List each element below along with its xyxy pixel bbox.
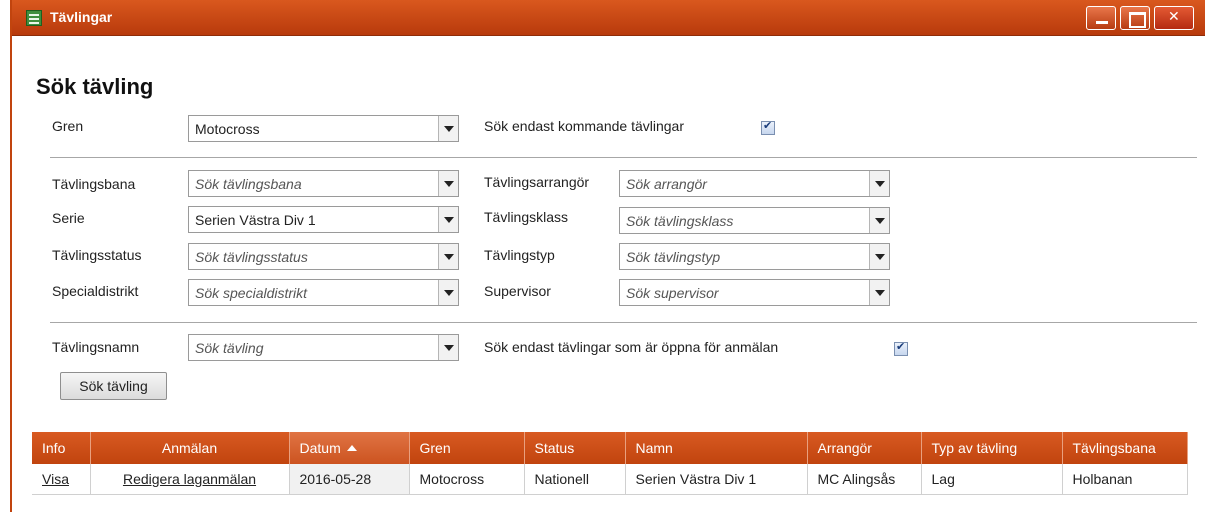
arrangor-label: Tävlingsarrangör [484,174,590,190]
column-header-datum[interactable]: Datum [289,432,410,464]
cell-namn: Serien Västra Div 1 [625,464,808,495]
cell-datum: 2016-05-28 [289,464,410,495]
chevron-down-icon[interactable] [869,208,889,233]
close-button[interactable] [1154,6,1194,30]
specialdistrikt-select[interactable]: Sök specialdistrikt [188,279,459,306]
cell-gren: Motocross [409,464,525,495]
column-header-datum-label: Datum [299,440,341,456]
tavlingsbana-select[interactable]: Sök tävlingsbana [188,170,459,197]
typ-select[interactable]: Sök tävlingstyp [619,243,890,270]
window-title: Tävlingar [50,9,113,25]
chevron-down-icon[interactable] [438,116,458,141]
tavlingsstatus-select[interactable]: Sök tävlingsstatus [188,243,459,270]
chevron-down-icon[interactable] [438,280,458,305]
chevron-down-icon[interactable] [869,244,889,269]
klass-label: Tävlingsklass [484,209,569,225]
column-header-anmalan[interactable]: Anmälan [90,432,290,464]
supervisor-placeholder: Sök supervisor [626,285,719,301]
column-header-status[interactable]: Status [524,432,626,464]
klass-select[interactable]: Sök tävlingsklass [619,207,890,234]
list-icon [26,10,42,26]
chevron-down-icon[interactable] [438,244,458,269]
chevron-down-icon[interactable] [438,171,458,196]
tavlingsbana-placeholder: Sök tävlingsbana [195,176,302,192]
maximize-icon [1121,7,1149,29]
tavlingsbana-label: Tävlingsbana [52,176,136,192]
typ-label: Tävlingstyp [484,247,555,263]
upcoming-checkbox[interactable] [761,119,775,135]
gren-label: Gren [52,118,84,134]
chevron-down-icon[interactable] [869,171,889,196]
column-header-arrangor[interactable]: Arrangör [807,432,922,464]
tavlingsnamn-label: Tävlingsnamn [52,339,140,355]
arrangor-placeholder: Sök arrangör [626,176,707,192]
cell-info: Visa [32,464,91,495]
cell-arrangor: MC Alingsås [807,464,922,495]
column-header-namn[interactable]: Namn [625,432,808,464]
supervisor-label: Supervisor [484,283,551,299]
typ-placeholder: Sök tävlingstyp [626,249,721,265]
cell-status: Nationell [524,464,626,495]
divider [50,157,1197,158]
specialdistrikt-placeholder: Sök specialdistrikt [195,285,308,301]
sort-ascending-icon [346,445,357,451]
specialdistrikt-label: Specialdistrikt [52,283,139,299]
tavlingsnamn-placeholder: Sök tävling [195,340,264,356]
serie-label: Serie [52,210,85,226]
column-header-gren[interactable]: Gren [409,432,525,464]
column-header-tavlingsbana[interactable]: Tävlingsbana [1062,432,1188,464]
minimize-button[interactable] [1086,6,1116,30]
table-row: Visa Redigera laganmälan 2016-05-28 Moto… [32,464,1188,495]
search-button[interactable]: Sök tävling [60,372,167,400]
title-bar[interactable]: Tävlingar [12,0,1205,36]
supervisor-select[interactable]: Sök supervisor [619,279,890,306]
app-window: Tävlingar Sök tävling Gren Motocross Sök… [10,0,1205,512]
minimize-icon [1087,7,1115,29]
maximize-button[interactable] [1120,6,1150,30]
cell-tavlingsbana: Holbanan [1062,464,1188,495]
visa-link[interactable]: Visa [42,471,69,487]
page-title: Sök tävling [36,74,154,99]
gren-value: Motocross [195,121,260,137]
column-header-info[interactable]: Info [32,432,91,464]
chevron-down-icon[interactable] [869,280,889,305]
cell-typ: Lag [921,464,1063,495]
open-label: Sök endast tävlingar som är öppna för an… [484,339,779,355]
column-header-typ[interactable]: Typ av tävling [921,432,1063,464]
close-icon [1155,7,1193,29]
gren-select[interactable]: Motocross [188,115,459,142]
serie-select[interactable]: Serien Västra Div 1 [188,206,459,233]
divider [50,322,1197,323]
chevron-down-icon[interactable] [438,207,458,232]
chevron-down-icon[interactable] [438,335,458,360]
table-header-row: Info Anmälan Datum Gren Status Namn Arra… [32,432,1188,464]
tavlingsstatus-label: Tävlingsstatus [52,247,142,263]
upcoming-label: Sök endast kommande tävlingar [484,118,684,134]
klass-placeholder: Sök tävlingsklass [626,213,734,229]
open-checkbox[interactable] [894,340,908,356]
tavlingsnamn-select[interactable]: Sök tävling [188,334,459,361]
arrangor-select[interactable]: Sök arrangör [619,170,890,197]
tavlingsstatus-placeholder: Sök tävlingsstatus [195,249,308,265]
edit-registration-link[interactable]: Redigera laganmälan [123,471,256,487]
serie-value: Serien Västra Div 1 [195,212,316,228]
results-table: Info Anmälan Datum Gren Status Namn Arra… [32,432,1188,495]
cell-anmalan: Redigera laganmälan [90,464,290,495]
